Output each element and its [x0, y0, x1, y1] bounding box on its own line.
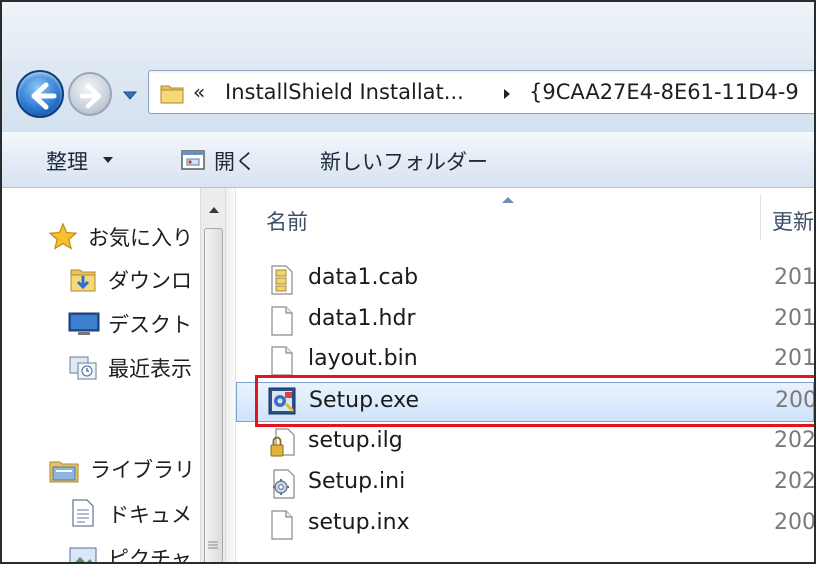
file-row-data1-hdr[interactable]: data1.hdr 2016 — [236, 301, 814, 341]
nav-pane-scrollbar[interactable] — [200, 188, 226, 562]
setup-exe-icon — [268, 387, 296, 415]
pictures-icon — [69, 547, 97, 562]
command-bar: 整理 開く 新しいフォルダー — [2, 132, 814, 188]
sort-ascending-icon — [502, 197, 514, 203]
back-button[interactable] — [16, 70, 64, 118]
file-row-layout-bin[interactable]: layout.bin 2016 — [236, 341, 814, 381]
file-name: data1.cab — [308, 265, 419, 290]
organize-dropdown-icon[interactable] — [102, 156, 114, 164]
forward-button[interactable] — [68, 72, 112, 116]
file-row-data1-cab[interactable]: data1.cab 2016 — [236, 260, 814, 300]
new-folder-button[interactable]: 新しいフォルダー — [320, 146, 488, 176]
file-date: 200 — [774, 510, 814, 535]
pane-splitter[interactable] — [226, 188, 236, 562]
star-icon — [48, 222, 78, 250]
open-icon[interactable] — [180, 148, 206, 172]
blank-file-icon — [271, 306, 293, 336]
breadcrumb-guid-folder[interactable]: {9CAA27E4-8E61-11D4-9 — [529, 80, 799, 104]
nav-item-libraries[interactable]: ライブラリ — [90, 454, 195, 484]
scrollbar-thumb[interactable] — [204, 228, 223, 562]
file-row-setup-exe[interactable]: Setup.exe 200 — [236, 382, 814, 422]
nav-item-documents[interactable]: ドキュメ — [108, 499, 192, 529]
file-name: layout.bin — [308, 346, 418, 371]
file-name: setup.ilg — [308, 428, 403, 453]
file-name: data1.hdr — [308, 306, 416, 331]
file-date: 200 — [775, 388, 814, 413]
nav-item-favorites[interactable]: お気に入り — [88, 222, 193, 252]
file-row-setup-ini[interactable]: Setup.ini 202 — [236, 464, 814, 504]
locked-file-icon — [270, 428, 295, 457]
nav-item-downloads[interactable]: ダウンロ — [108, 265, 192, 295]
file-date: 2016 — [774, 265, 814, 290]
file-date: 202 — [774, 428, 814, 453]
file-name: Setup.ini — [308, 469, 406, 494]
navigation-pane: お気に入り ダウンロ デスクト 最近表示 ライブラリ ドキュメ ピクチャ — [2, 188, 200, 562]
column-divider[interactable] — [760, 194, 761, 240]
breadcrumb-installshield[interactable]: InstallShield Installat... — [225, 80, 464, 104]
back-arrow-icon — [31, 82, 57, 110]
file-row-setup-ilg[interactable]: setup.ilg 202 — [236, 423, 814, 463]
organize-button[interactable]: 整理 — [46, 146, 88, 176]
file-name: setup.inx — [308, 510, 410, 535]
blank-file-icon — [271, 346, 293, 376]
scrollbar-grip-icon — [208, 541, 218, 549]
column-header-date-modified[interactable]: 更新 — [772, 206, 814, 236]
file-list: 名前 更新 data1.cab 2016 data1.hdr — [236, 188, 814, 562]
scroll-up-arrow-icon[interactable] — [208, 206, 220, 214]
nav-item-pictures[interactable]: ピクチャ — [108, 543, 192, 562]
recent-places-icon — [69, 356, 97, 380]
address-bar[interactable]: « InstallShield Installat... {9CAA27E4-8… — [148, 70, 814, 114]
downloads-folder-icon — [70, 269, 96, 292]
file-date: 202 — [774, 469, 814, 494]
recent-pages-dropdown-icon[interactable] — [122, 88, 138, 102]
explorer-window: « InstallShield Installat... {9CAA27E4-8… — [0, 0, 816, 564]
desktop-icon — [68, 312, 100, 335]
cabinet-file-icon — [271, 265, 293, 295]
nav-item-recent-places[interactable]: 最近表示 — [108, 353, 192, 383]
folder-icon — [160, 85, 184, 104]
file-date: 2016 — [774, 306, 814, 331]
file-date: 2016 — [774, 346, 814, 371]
file-row-setup-inx[interactable]: setup.inx 200 — [236, 505, 814, 545]
breadcrumb-overflow-chevron[interactable]: « — [193, 80, 205, 104]
open-button[interactable]: 開く — [214, 146, 256, 176]
settings-file-icon — [273, 469, 295, 499]
title-band — [2, 2, 814, 60]
nav-item-desktop[interactable]: デスクト — [108, 309, 192, 339]
file-name: Setup.exe — [309, 388, 420, 413]
forward-arrow-icon — [79, 83, 102, 109]
documents-icon — [72, 499, 94, 527]
libraries-icon — [49, 461, 79, 483]
column-header-row: 名前 更新 — [236, 188, 814, 252]
blank-file-icon — [271, 510, 293, 540]
column-header-name[interactable]: 名前 — [266, 206, 308, 236]
breadcrumb-separator-icon[interactable] — [502, 87, 512, 101]
